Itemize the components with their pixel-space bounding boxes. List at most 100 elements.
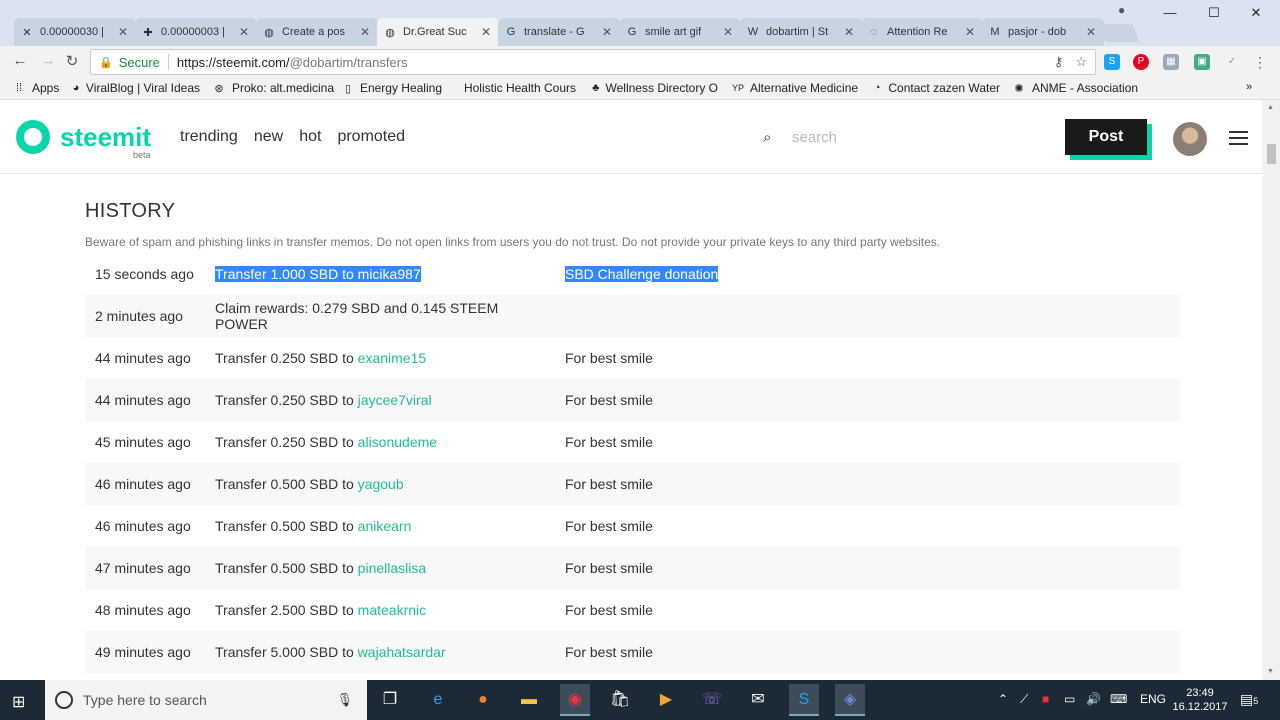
browser-tab[interactable]: ◌ Attention Re ✕ — [861, 18, 983, 46]
logo-text[interactable]: steemit — [60, 122, 151, 153]
skype-extension-icon[interactable]: S — [1104, 54, 1120, 70]
table-row: 48 minutes ago Transfer 2.500 SBD to mate… — [85, 589, 1180, 631]
avatar[interactable] — [1173, 122, 1207, 156]
bookmark-item[interactable]: ◕ ViralBlog | Viral Ideas — [72, 81, 200, 95]
recipient-link[interactable]: alisonudeme — [358, 434, 437, 450]
browser-tab[interactable]: Wdobartim | St ✕ — [740, 18, 862, 46]
search-icon[interactable]: ⌕ — [763, 129, 771, 146]
language-indicator[interactable]: ENG — [1140, 692, 1166, 706]
transfer-description: Transfer 0.250 SBD to exanime15 — [205, 337, 555, 379]
bookmark-item[interactable]: ⁞⁞ Apps — [12, 81, 59, 95]
microphone-icon[interactable]: 🎙 — [336, 692, 353, 708]
browser-tab[interactable]: ✕ 0.00000030 | ✕ — [14, 18, 136, 46]
bookmark-item[interactable]: Holistic Health Cours — [452, 81, 576, 95]
recipient-link[interactable]: mateakrnic — [358, 602, 426, 618]
tab-close-icon[interactable]: ✕ — [842, 25, 856, 39]
browser-tab[interactable]: ◍ Dr.Great Suc ✕ — [377, 18, 499, 46]
recipient-link[interactable]: anikearn — [358, 518, 412, 534]
skype-icon[interactable]: S — [789, 684, 819, 716]
tray-overflow-icon[interactable]: ⌃ — [998, 692, 1008, 706]
profile-icon[interactable]: ● — [1118, 3, 1132, 17]
antivirus-icon[interactable]: ■ — [1042, 692, 1049, 706]
tab-title: translate - G — [524, 26, 585, 38]
recipient-link[interactable]: pinellaslisa — [358, 560, 426, 576]
bookmark-item[interactable]: ⊛ Proko: alt.medicina — [212, 81, 334, 95]
store-icon[interactable]: 🛍 — [608, 688, 632, 712]
tab-close-icon[interactable]: ✕ — [963, 25, 977, 39]
windows-start-icon[interactable]: ⊞ — [12, 692, 25, 712]
volume-icon[interactable]: 🔊 — [1086, 692, 1101, 706]
menu-kebab-icon[interactable]: ⋮ — [1252, 54, 1268, 70]
task-view-icon[interactable]: ❐ — [378, 688, 402, 712]
table-row: 2 minutes ago Claim rewards: 0.279 SBD an… — [85, 295, 1180, 337]
nav-trending[interactable]: trending — [180, 128, 238, 146]
photo-extension-icon[interactable]: ▣ — [1194, 54, 1210, 70]
bookmark-item[interactable]: ◔ Contact zazen Water — [872, 81, 1000, 95]
steemit-logo-icon[interactable] — [16, 120, 50, 154]
viber-icon[interactable]: ☏ — [700, 688, 724, 712]
tab-close-icon[interactable]: ✕ — [116, 25, 130, 39]
chrome-icon[interactable]: ◉ — [560, 684, 590, 716]
nav-hot[interactable]: hot — [299, 128, 321, 146]
transfer-time: 49 minutes ago — [95, 644, 191, 660]
edge-icon[interactable]: e — [426, 688, 450, 712]
steemit-icon: ◍ — [385, 26, 395, 39]
key-icon[interactable]: ⚷ — [1054, 54, 1064, 70]
check-extension-icon[interactable]: ✓ — [1224, 54, 1240, 70]
clock[interactable]: 23:49 16.12.2017 — [1171, 686, 1229, 714]
reload-icon[interactable]: ↻ — [62, 52, 82, 72]
recipient-link[interactable]: jaycee7viral — [358, 392, 432, 408]
browser-tab[interactable]: Mpasjor - dob ✕ — [982, 18, 1104, 46]
browser-tab[interactable]: Gtranslate - G ✕ — [498, 18, 620, 46]
nav-promoted[interactable]: promoted — [337, 128, 405, 146]
address-bar[interactable]: 🔒 Secure https://steemit.com/@dobartim/t… — [90, 49, 1096, 75]
scroll-up-arrow-icon[interactable]: ▲ — [1267, 104, 1274, 111]
recipient-link[interactable]: wajahatsardar — [358, 644, 446, 660]
scroll-down-arrow-icon[interactable]: ▼ — [1267, 668, 1274, 675]
tab-close-icon[interactable]: ✕ — [358, 25, 372, 39]
nav-new[interactable]: new — [254, 128, 283, 146]
battery-icon[interactable]: ▭ — [1064, 692, 1075, 706]
transfer-memo-text: For best smile — [565, 392, 653, 408]
recipient-link[interactable]: yagoub — [358, 476, 404, 492]
scroll-thumb[interactable] — [1267, 144, 1276, 164]
browser-tab[interactable]: ◍ Create a pos ✕ — [256, 18, 378, 46]
transfer-description-text: Transfer 0.250 SBD to — [215, 434, 358, 450]
tab-close-icon[interactable]: ✕ — [237, 25, 251, 39]
recipient-link[interactable]: exanime15 — [358, 350, 427, 366]
pinterest-extension-icon[interactable]: P — [1133, 54, 1149, 70]
bookmark-item[interactable]: ♣ Wellness Directory O — [592, 81, 718, 95]
forward-icon[interactable]: → — [38, 52, 58, 72]
new-tab-button[interactable] — [1098, 24, 1140, 42]
hamburger-menu-icon[interactable] — [1229, 131, 1248, 145]
bookmark-item[interactable]: ▯ Energy Healing — [342, 81, 442, 95]
tab-close-icon[interactable]: ✕ — [1084, 25, 1098, 39]
mail-icon[interactable]: ✉ — [746, 688, 770, 712]
close-window-button[interactable]: ✕ — [1236, 5, 1276, 21]
search-input[interactable] — [792, 126, 992, 148]
more-bookmarks-icon[interactable]: » — [1246, 81, 1252, 93]
minimize-button[interactable]: — — [1150, 5, 1190, 20]
discord-icon[interactable]: ◈ — [835, 684, 865, 716]
keyboard-icon[interactable]: ⌨ — [1110, 692, 1127, 706]
media-player-icon[interactable]: ▶ — [654, 688, 678, 712]
maximize-button[interactable]: ☐ — [1194, 5, 1234, 21]
bookmark-item[interactable]: ✺ ANME - Association — [1012, 81, 1138, 95]
tab-close-icon[interactable]: ✕ — [721, 25, 735, 39]
network-icon[interactable]: ⟋ — [1020, 692, 1028, 707]
browser-tab[interactable]: Gsmile art gif ✕ — [619, 18, 741, 46]
post-button[interactable]: Post — [1065, 119, 1147, 155]
tab-close-icon[interactable]: ✕ — [479, 25, 493, 39]
image-extension-icon[interactable]: ▦ — [1163, 54, 1179, 70]
transfer-description-text: Transfer 5.000 SBD to — [215, 644, 358, 660]
file-explorer-icon[interactable]: ▬ — [517, 688, 541, 712]
tab-close-icon[interactable]: ✕ — [600, 25, 614, 39]
firefox-icon[interactable]: ● — [471, 688, 495, 712]
bookmark-star-icon[interactable]: ☆ — [1075, 54, 1087, 70]
action-center-icon[interactable]: ▤5 — [1240, 691, 1258, 708]
taskbar-search[interactable]: Type here to search 🎙 — [45, 680, 367, 720]
bookmark-item[interactable]: YP Alternative Medicine — [732, 81, 858, 95]
page-scrollbar[interactable]: ▲ ▼ — [1262, 100, 1280, 680]
back-icon[interactable]: ← — [10, 52, 30, 72]
browser-tab[interactable]: ✚ 0.00000003 | ✕ — [135, 18, 257, 46]
